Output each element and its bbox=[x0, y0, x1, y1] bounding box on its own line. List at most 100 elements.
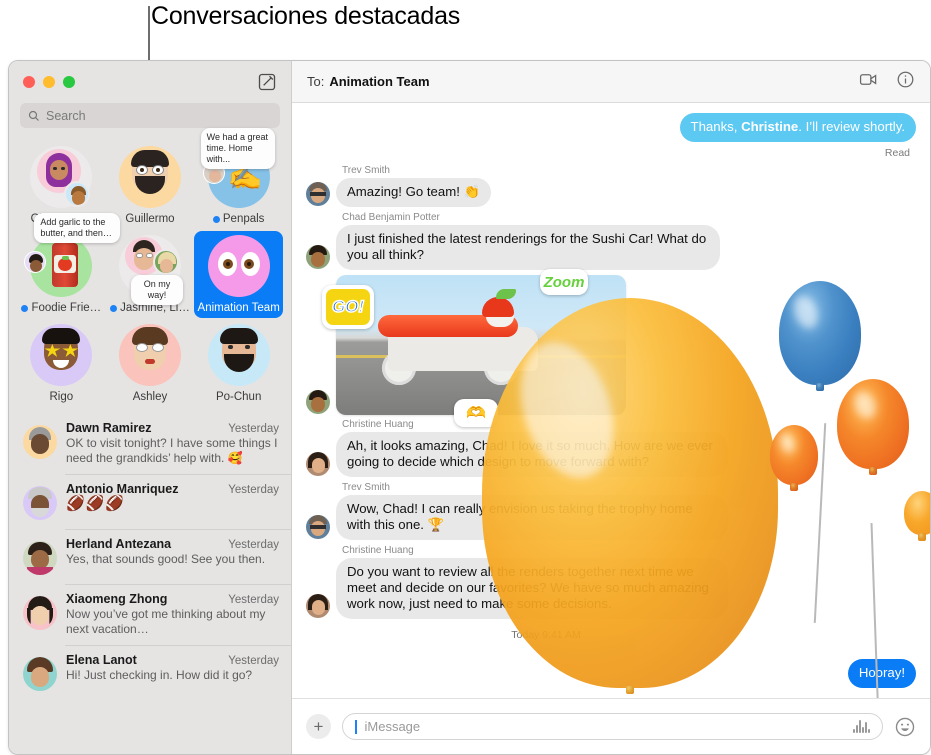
message-bubble-incoming[interactable]: Ah, it looks amazing, Chad! I love it so… bbox=[336, 432, 728, 477]
avatar bbox=[306, 515, 330, 539]
pinned-label: Rigo bbox=[50, 391, 74, 403]
list-item[interactable]: Herland Antezana Yesterday Yes, that sou… bbox=[9, 529, 291, 584]
message-row-incoming: I just finished the latest renderings fo… bbox=[306, 225, 916, 270]
message-row-attachment: GO! Zoom 🫶 bbox=[306, 269, 916, 427]
pinned-item-po-chun[interactable]: Po-Chun bbox=[194, 320, 283, 407]
pinned-avatar-ashley bbox=[118, 324, 181, 386]
pinned-item-penpals[interactable]: We had a great time. Home with... ✍️ Pen… bbox=[194, 128, 283, 229]
driver-leaf bbox=[496, 289, 516, 299]
pinned-item-ashley[interactable]: Ashley bbox=[106, 320, 195, 407]
sticker-heart-hands[interactable]: 🫶 bbox=[454, 399, 498, 427]
pinned-conversations-grid: Olivia & Will Guillermo bbox=[9, 128, 291, 411]
search-placeholder: Search bbox=[46, 108, 86, 123]
list-item[interactable]: Antonio Manriquez Yesterday 🏈🏈🏈 bbox=[9, 474, 291, 529]
sticker-zoom[interactable]: Zoom bbox=[540, 269, 588, 295]
messages-window: Search Guillermo We had a great time. Ho… bbox=[8, 60, 931, 755]
pinned-item-rigo[interactable]: Rigo bbox=[17, 320, 106, 407]
pinned-label: Ashley bbox=[133, 391, 168, 403]
recipient-name[interactable]: Animation Team bbox=[329, 74, 429, 89]
sender-name: Christine Huang bbox=[342, 419, 414, 430]
message-row-outgoing: Thanks, Christine. I’ll review shortly. bbox=[306, 113, 916, 142]
message-group-trev-smith-2: Trev Smith Wow, Chad! I can really envis… bbox=[306, 482, 916, 540]
sauce-jar-icon bbox=[52, 243, 79, 287]
pinned-item-guillermo[interactable]: Guillermo bbox=[106, 142, 195, 229]
list-item-body: Xiaomeng Zhong Yesterday Now you’ve got … bbox=[66, 592, 279, 636]
messages-scroll-area[interactable]: Thanks, Christine. I’ll review shortly. … bbox=[292, 103, 930, 698]
pinned-tip-jasmine: On my way! bbox=[130, 275, 183, 305]
window-titlebar bbox=[9, 61, 291, 103]
zoom-window-button[interactable] bbox=[63, 76, 75, 88]
thread-header-actions bbox=[859, 70, 915, 94]
message-bubble-hooray[interactable]: Hooray! bbox=[847, 659, 916, 688]
message-bubble-outgoing[interactable]: Thanks, Christine. I’ll review shortly. bbox=[679, 113, 916, 142]
compose-pencil-icon[interactable] bbox=[257, 72, 277, 92]
facetime-video-icon[interactable] bbox=[859, 70, 878, 94]
read-receipt: Read bbox=[884, 147, 910, 159]
list-item-time: Yesterday bbox=[228, 594, 279, 606]
pinned-label-text: Ashley bbox=[132, 391, 168, 403]
list-item-preview: OK to visit tonight? I have some things … bbox=[66, 436, 278, 465]
message-bubble-incoming[interactable]: I just finished the latest renderings fo… bbox=[336, 225, 720, 270]
pinned-tip-foodie: Add garlic to the butter, and then… bbox=[34, 213, 121, 243]
unread-dot bbox=[212, 215, 220, 223]
avatar bbox=[23, 425, 57, 459]
message-input[interactable]: iMessage bbox=[342, 713, 883, 740]
search-input[interactable]: Search bbox=[20, 103, 280, 128]
pinned-label: Penpals bbox=[212, 213, 264, 225]
unread-dot bbox=[110, 304, 118, 312]
list-item-name: Herland Antezana bbox=[66, 537, 172, 551]
message-text-bold: Christine bbox=[741, 119, 799, 134]
pinned-item-foodie-friends[interactable]: Add garlic to the butter, and then… Food… bbox=[17, 213, 121, 318]
conversation-list: Dawn Ramirez Yesterday OK to visit tonig… bbox=[9, 411, 291, 754]
message-bubble-incoming[interactable]: Amazing! Go team! 👏 bbox=[336, 178, 491, 207]
message-group-christine-1: Christine Huang Ah, it looks amazing, Ch… bbox=[306, 419, 916, 477]
message-text-suffix: . I’ll review shortly. bbox=[798, 119, 905, 134]
unread-dot bbox=[21, 304, 29, 312]
message-placeholder: iMessage bbox=[364, 719, 421, 734]
list-item-time: Yesterday bbox=[228, 655, 279, 667]
close-window-button[interactable] bbox=[23, 76, 35, 88]
message-row-incoming: Wow, Chad! I can really envision us taki… bbox=[306, 495, 916, 540]
message-group-trev-smith: Trev Smith Amazing! Go team! 👏 bbox=[306, 165, 916, 207]
pinned-tip-penpals: We had a great time. Home with... bbox=[200, 128, 275, 169]
pinned-avatar-po-chun bbox=[207, 324, 270, 386]
pinned-avatar-jasmine-li: On my way! bbox=[118, 235, 183, 305]
audio-waveform-icon[interactable] bbox=[852, 720, 870, 733]
pinned-item-animation-team[interactable]: Animation Team bbox=[194, 231, 283, 318]
message-bubble-incoming[interactable]: Do you want to review all the renders to… bbox=[336, 558, 728, 619]
avatar bbox=[306, 245, 330, 269]
pinned-label-text: Foodie Frie… bbox=[31, 302, 102, 314]
message-row-incoming: Ah, it looks amazing, Chad! I love it so… bbox=[306, 432, 916, 477]
list-item-name: Dawn Ramirez bbox=[66, 421, 152, 435]
add-attachment-button[interactable]: + bbox=[306, 714, 331, 739]
callout-label: Conversaciones destacadas bbox=[151, 2, 461, 30]
message-timestamp: Today 9:41 AM bbox=[511, 629, 581, 641]
sticker-go[interactable]: GO! bbox=[322, 285, 374, 329]
screenshot-root: Conversaciones destacadas Search Guiller… bbox=[0, 0, 931, 755]
driver-helmet bbox=[482, 297, 514, 317]
pinned-label-text: Po-Chun bbox=[215, 391, 262, 403]
list-item[interactable]: Elena Lanot Yesterday Hi! Just checking … bbox=[9, 645, 291, 700]
avatar bbox=[23, 657, 57, 691]
avatar bbox=[23, 596, 57, 630]
list-item[interactable]: Xiaomeng Zhong Yesterday Now you’ve got … bbox=[9, 584, 291, 645]
list-item-name: Xiaomeng Zhong bbox=[66, 592, 168, 606]
image-attachment[interactable]: GO! Zoom 🫶 bbox=[322, 269, 626, 427]
sender-name: Chad Benjamin Potter bbox=[342, 212, 440, 223]
message-composer: + iMessage bbox=[292, 698, 930, 754]
to-label: To: bbox=[307, 74, 325, 89]
message-thread: To: Animation Team Thanks, Christine. I’… bbox=[292, 61, 930, 754]
pinned-label-text: Animation Team bbox=[197, 302, 280, 314]
list-item[interactable]: Dawn Ramirez Yesterday OK to visit tonig… bbox=[9, 413, 291, 474]
minimize-window-button[interactable] bbox=[43, 76, 55, 88]
sidebar: Search Guillermo We had a great time. Ho… bbox=[9, 61, 292, 754]
pinned-avatar-olivia-will bbox=[30, 146, 93, 208]
message-bubble-incoming[interactable]: Wow, Chad! I can really envision us taki… bbox=[336, 495, 728, 540]
info-circle-icon[interactable] bbox=[896, 70, 915, 94]
smiley-face-icon[interactable] bbox=[894, 716, 916, 738]
pinned-label: Po-Chun bbox=[216, 391, 261, 403]
eyes-emoji-icon bbox=[217, 252, 237, 276]
pinned-label: Animation Team bbox=[198, 302, 280, 314]
list-item-time: Yesterday bbox=[228, 484, 279, 496]
pinned-item-jasmine-li[interactable]: On my way! Jasmine, Li… bbox=[106, 231, 195, 318]
